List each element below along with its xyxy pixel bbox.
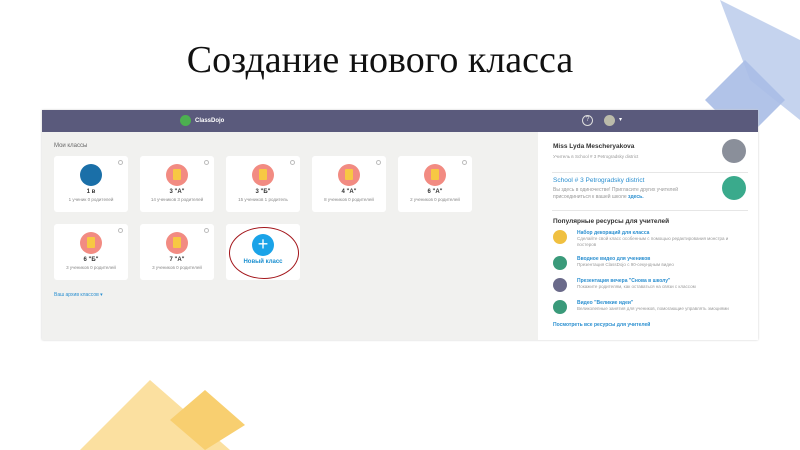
notebook-icon xyxy=(80,232,102,254)
invite-link[interactable]: здесь. xyxy=(628,194,644,200)
class-archive-link[interactable]: Ваш архив классов ▾ xyxy=(54,292,103,298)
resource-desc: Великолепные занятия для учеников, помог… xyxy=(577,306,729,311)
settings-icon[interactable] xyxy=(462,160,467,165)
teacher-avatar[interactable] xyxy=(722,139,746,163)
class-stats: 15 учеников 1 родитель xyxy=(238,197,288,202)
help-icon[interactable]: ? xyxy=(582,115,593,126)
classdojo-logo[interactable]: ClassDojo xyxy=(180,115,224,126)
resource-item[interactable]: Видео "Великие идеи" Великолепные заняти… xyxy=(553,300,753,314)
school-link[interactable]: School # 3 Petrogradsky district xyxy=(553,177,644,184)
settings-icon[interactable] xyxy=(204,228,209,233)
invite-message: Вы здесь в одиночестве! Пригласите други… xyxy=(553,187,679,200)
class-card[interactable]: 1 в 1 ученик 0 родителей xyxy=(54,156,128,212)
all-resources-link[interactable]: Посмотреть все ресурсы для учителей xyxy=(553,322,650,328)
class-name: 1 в xyxy=(86,189,96,195)
class-stats: 14 учеников 3 родителей xyxy=(150,197,204,202)
chevron-down-icon[interactable]: ▾ xyxy=(619,116,622,123)
class-name: 3 "Б" xyxy=(255,189,271,195)
slide-title: Создание нового класса xyxy=(186,39,574,81)
resource-item[interactable]: Презентация вечера "Снова в школу" Покаж… xyxy=(553,278,753,292)
highlight-circle xyxy=(229,227,299,279)
settings-icon[interactable] xyxy=(118,160,123,165)
settings-icon[interactable] xyxy=(118,228,123,233)
class-stats: 8 учеников 0 родителей xyxy=(324,197,374,202)
resource-item[interactable]: Набор декораций для класса Сделайте свой… xyxy=(553,230,753,248)
resource-desc: Презентация ClassDojo с 90-секундным вид… xyxy=(577,262,674,267)
resource-icon xyxy=(553,256,567,270)
class-card[interactable]: 3 "Б" 15 учеников 1 родитель xyxy=(226,156,300,212)
teacher-name[interactable]: Miss Lyda Mescheryakova xyxy=(553,143,634,150)
teacher-role: Учитель в School # 3 Petrogradsky distri… xyxy=(553,154,639,159)
class-stats: 2 учеников 0 родителей xyxy=(410,197,460,202)
settings-icon[interactable] xyxy=(204,160,209,165)
class-card[interactable]: 6 "А" 2 учеников 0 родителей xyxy=(398,156,472,212)
class-name: 3 "А" xyxy=(169,189,185,195)
class-name: 4 "А" xyxy=(341,189,357,195)
divider xyxy=(552,210,748,211)
class-card[interactable]: 4 "А" 8 учеников 0 родителей xyxy=(312,156,386,212)
resource-icon xyxy=(553,300,567,314)
settings-icon[interactable] xyxy=(290,160,295,165)
globe-icon xyxy=(80,164,102,186)
resource-desc: Покажите родителям, как оставаться на св… xyxy=(577,284,696,289)
right-sidebar: Miss Lyda Mescheryakova Учитель в School… xyxy=(538,132,758,340)
class-stats: 1 ученик 0 родителей xyxy=(68,197,114,202)
settings-icon[interactable] xyxy=(376,160,381,165)
notebook-icon xyxy=(166,232,188,254)
popular-resources-heading: Популярные ресурсы для учителей xyxy=(553,218,670,225)
top-bar: ClassDojo ? ▾ xyxy=(42,110,758,132)
classdojo-screenshot: ClassDojo ? ▾ Мои классы 1 в 1 ученик 0 … xyxy=(42,110,758,340)
my-classes-heading: Мои классы xyxy=(54,143,88,149)
resource-item[interactable]: Вводное видео для учеников Презентация C… xyxy=(553,256,753,270)
notebook-icon xyxy=(166,164,188,186)
school-icon xyxy=(722,176,746,200)
user-avatar[interactable] xyxy=(604,115,615,126)
resource-icon xyxy=(553,278,567,292)
yellow-triangle-decoration xyxy=(80,380,245,450)
class-name: 7 "А" xyxy=(169,257,185,263)
class-card[interactable]: 7 "А" 3 учеников 0 родителей xyxy=(140,224,214,280)
resource-desc: Сделайте свой класс особенным с помощью … xyxy=(577,236,729,247)
notebook-icon xyxy=(424,164,446,186)
class-card[interactable]: 6 "Б" 3 учеников 0 родителей xyxy=(54,224,128,280)
class-stats: 3 учеников 0 родителей xyxy=(66,265,116,270)
dojo-logo-icon xyxy=(180,115,191,126)
class-stats: 3 учеников 0 родителей xyxy=(152,265,202,270)
divider xyxy=(552,172,748,173)
class-name: 6 "Б" xyxy=(83,257,99,263)
resource-icon xyxy=(553,230,567,244)
invite-text: Вы здесь в одиночестве! Пригласите други… xyxy=(553,187,713,201)
notebook-icon xyxy=(338,164,360,186)
logo-text: ClassDojo xyxy=(195,117,225,124)
class-card[interactable]: 3 "А" 14 учеников 3 родителей xyxy=(140,156,214,212)
notebook-icon xyxy=(252,164,274,186)
class-name: 6 "А" xyxy=(427,189,443,195)
